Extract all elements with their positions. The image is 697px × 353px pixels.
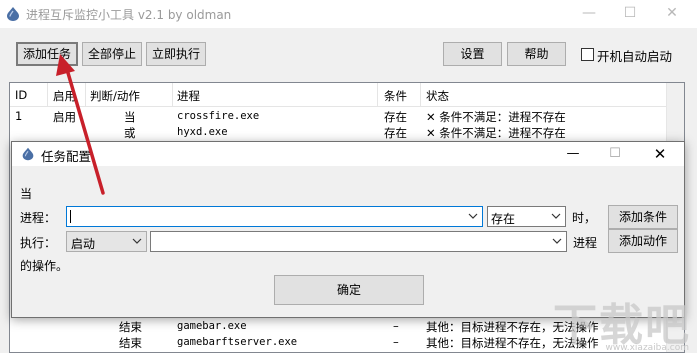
add-condition-button[interactable]: 添加条件 [608,205,678,229]
cell-process: crossfire.exe [177,110,260,122]
operation-label: 的操作。 [20,259,69,273]
cell-judge: 当 [124,110,136,124]
close-button[interactable]: ✕ [652,0,692,28]
table-row[interactable]: 或 hyxd.exe 存在 ✕ 条件不满足：进程不存在 [10,124,666,140]
cell-process: gamebar.exe [177,320,247,332]
col-condition[interactable]: 条件 [384,88,407,104]
process-combo[interactable] [66,206,483,227]
time-label: 时， [572,211,597,225]
execute-label: 执行： [20,236,57,250]
process-label: 进程： [20,211,57,225]
minimize-button[interactable]: — [569,0,609,28]
task-list-header: ID 启用 判断/动作 进程 条件 状态 [10,83,666,107]
watermark-url: www.xiazaiba.com [605,343,689,353]
ok-button[interactable]: 确定 [274,275,424,305]
cell-process: hyxd.exe [177,126,228,138]
condition-value: 存在 [491,212,516,226]
cell-enabled: 启用 [53,110,76,124]
cell-process: gamebarftserver.exe [177,336,298,348]
col-process[interactable]: 进程 [177,88,200,104]
help-button[interactable]: 帮助 [507,42,566,66]
run-now-button[interactable]: 立即执行 [146,42,206,66]
maximize-button[interactable]: ☐ [610,0,650,28]
cell-condition: – [393,319,399,333]
dialog-close-button[interactable]: ✕ [640,143,680,165]
action-target-combo[interactable] [150,231,567,252]
col-judge[interactable]: 判断/动作 [90,88,140,104]
autostart-checkbox[interactable] [581,48,594,61]
add-task-button[interactable]: 添加任务 [16,42,78,66]
chevron-down-icon [132,238,142,244]
cell-condition: – [393,335,399,349]
cell-judge: 或 [124,126,136,140]
col-status[interactable]: 状态 [426,88,449,104]
cell-judge: 结束 [119,336,142,350]
dialog-minimize-button[interactable]: — [553,143,593,165]
autostart-label: 开机自动启动 [597,49,673,64]
cell-condition: 存在 [384,110,407,124]
cell-status: ✕ 条件不满足：进程不存在 [426,110,566,124]
action-select[interactable]: 启动 [66,231,147,252]
col-id[interactable]: ID [15,88,27,102]
chevron-down-icon [468,213,478,219]
window-title: 进程互斥监控小工具 v2.1 by oldman [26,8,232,22]
dialog-title: 任务配置 [41,149,92,164]
col-enabled[interactable]: 启用 [53,88,76,104]
add-action-button[interactable]: 添加动作 [608,229,678,253]
cell-judge: 结束 [119,320,142,334]
cell-status: ✕ 条件不满足：进程不存在 [426,126,566,140]
cell-id: 1 [15,109,23,123]
action-value: 启动 [71,237,96,251]
settings-button[interactable]: 设置 [443,42,502,66]
text-caret [70,210,71,223]
condition-select[interactable]: 存在 [487,206,566,227]
when-label: 当 [20,187,33,201]
chevron-down-icon [552,238,562,244]
process-suffix-label: 进程 [573,236,598,250]
stop-all-button[interactable]: 全部停止 [82,42,142,66]
app-icon [22,147,34,161]
app-icon [7,7,19,21]
dialog-maximize-button[interactable]: ☐ [595,143,635,165]
cell-condition: 存在 [384,126,407,140]
chevron-down-icon [551,213,561,219]
table-row[interactable]: 1 启用 当 crossfire.exe 存在 ✕ 条件不满足：进程不存在 [10,108,666,124]
